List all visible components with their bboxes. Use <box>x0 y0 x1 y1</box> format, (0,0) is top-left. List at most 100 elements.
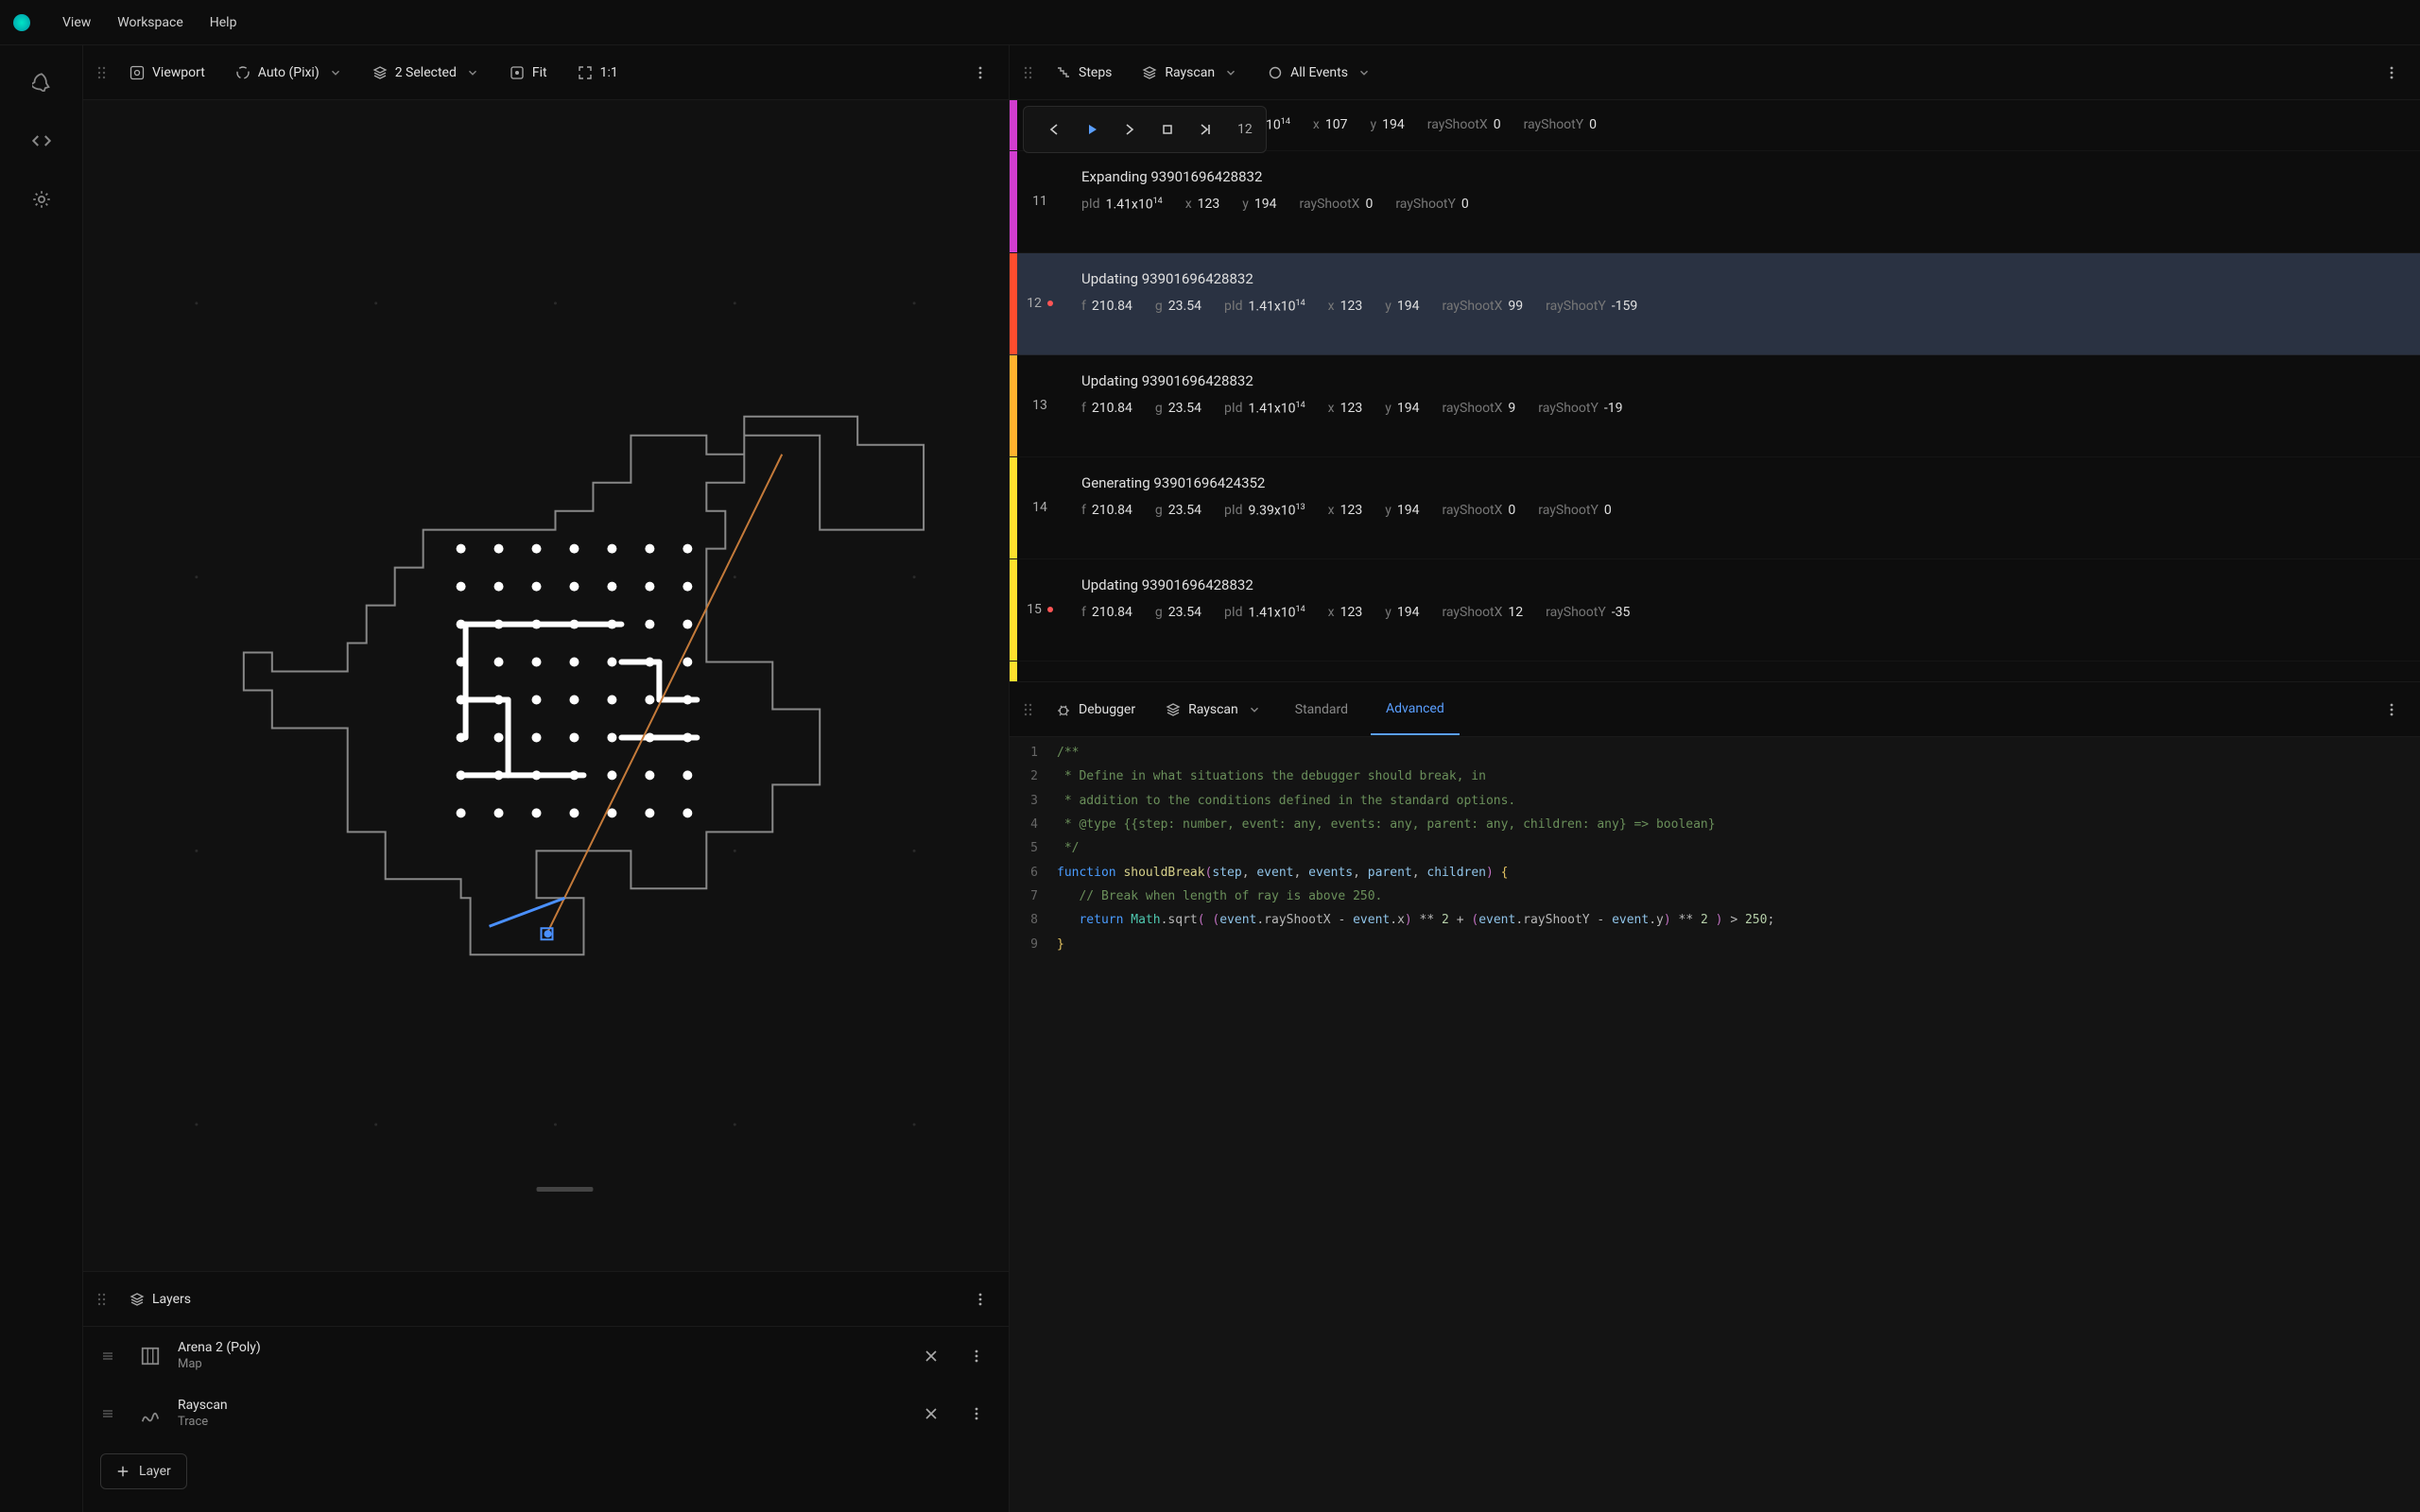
fit-button[interactable]: Fit <box>498 60 559 86</box>
circle-icon <box>1268 65 1283 80</box>
fit-label: Fit <box>532 65 547 80</box>
debugger-source-dropdown[interactable]: Rayscan <box>1154 696 1272 723</box>
severity-stripe <box>1010 253 1017 354</box>
renderer-label: Auto (Pixi) <box>258 65 320 80</box>
steps-filter-dropdown[interactable]: All Events <box>1256 60 1382 86</box>
event-kv-row: pId1.41x1014x123y194rayShootX0rayShootY0 <box>1081 197 2401 213</box>
kv-value: -35 <box>1612 605 1631 620</box>
kv-value: 0 <box>1604 503 1612 518</box>
steps-source-dropdown[interactable]: Rayscan <box>1131 60 1249 86</box>
kv-key: rayShootX <box>1442 503 1502 518</box>
kv-key: rayShootX <box>1442 299 1502 314</box>
layer-more-button[interactable] <box>961 1402 992 1425</box>
code-body[interactable]: /** * Define in what situations the debu… <box>1047 737 2420 1512</box>
kv-value: 123 <box>1340 503 1363 518</box>
steps-more-button[interactable] <box>2377 61 2407 84</box>
kv-value: 9 <box>1508 401 1515 416</box>
skip-end-button[interactable] <box>1188 114 1222 145</box>
event-row[interactable]: 14 Generating 93901696424352 f210.84g23.… <box>1010 457 2420 559</box>
kv-value: 0 <box>1461 197 1469 212</box>
event-row[interactable]: 12 Updating 93901696428832 f 210.84 g 23.54… <box>1010 253 2420 355</box>
chevron-down-icon <box>1224 66 1237 79</box>
add-layer-button[interactable]: Layer <box>100 1453 187 1489</box>
kv-value: 107 <box>1325 117 1348 132</box>
layers-more-button[interactable] <box>965 1288 995 1311</box>
remove-layer-button[interactable] <box>916 1345 946 1367</box>
stop-button[interactable] <box>1150 114 1184 145</box>
play-button[interactable] <box>1075 114 1109 145</box>
event-list[interactable]: f204.83g8.6pId1.41x1014x107y194rayShootX… <box>1010 100 2420 681</box>
menubar: View Workspace Help <box>0 0 2420 45</box>
severity-stripe <box>1010 151 1017 252</box>
event-row[interactable]: 13 Updating 93901696428832 f210.84g23.54… <box>1010 355 2420 457</box>
tab-advanced[interactable]: Advanced <box>1371 684 1460 735</box>
tab-standard[interactable]: Standard <box>1280 685 1363 734</box>
kv-value: 9.39x1013 <box>1249 503 1305 519</box>
steps-source-label: Rayscan <box>1165 65 1215 80</box>
kv-key: f <box>1081 401 1086 416</box>
code-editor[interactable]: 123456789 /** * Define in what situation… <box>1010 737 2420 1512</box>
kv-value: 210.84 <box>1092 299 1132 314</box>
severity-stripe <box>1010 662 1017 681</box>
viewport-more-button[interactable] <box>965 61 995 84</box>
step-prev-button[interactable] <box>1037 114 1071 145</box>
event-row[interactable]: 11 Expanding 93901696428832 pId1.41x1014… <box>1010 151 2420 253</box>
layers-panel: Layers Arena 2 (Poly) Map Rayscan Trace <box>83 1271 1009 1512</box>
kv-key: x <box>1328 605 1335 620</box>
kv-key: y <box>1370 117 1376 132</box>
menu-view[interactable]: View <box>49 9 104 36</box>
kv-value: 0 <box>1494 117 1501 132</box>
zoom-button[interactable]: 1:1 <box>566 60 630 86</box>
kv-value: 1.41x1014 <box>1249 401 1305 417</box>
kv-value: 210.84 <box>1092 401 1132 416</box>
menu-help[interactable]: Help <box>197 9 251 36</box>
drag-handle-icon[interactable] <box>100 1406 123 1421</box>
layers-title: Layers <box>152 1292 191 1307</box>
event-row[interactable]: 15 Updating 93901696428832 f210.84g23.54… <box>1010 559 2420 662</box>
event-kv-row: f210.84g23.54pId9.39x1013x123y194rayShoo… <box>1081 503 2401 519</box>
renderer-dropdown[interactable]: Auto (Pixi) <box>224 60 354 86</box>
layer-more-button[interactable] <box>961 1345 992 1367</box>
menu-workspace[interactable]: Workspace <box>104 9 197 36</box>
event-number: 12 <box>1017 253 1063 354</box>
kv-value: 0 <box>1589 117 1597 132</box>
chevron-down-icon <box>1357 66 1371 79</box>
kv-key: f <box>1081 299 1086 314</box>
line-gutter: 123456789 <box>1010 737 1047 1512</box>
kv-value: 194 <box>1382 117 1405 132</box>
kv-value: 194 <box>1397 605 1420 620</box>
kv-key: g <box>1155 401 1163 416</box>
grip-icon[interactable] <box>96 65 107 80</box>
grip-icon[interactable] <box>1023 702 1033 717</box>
gear-icon[interactable] <box>31 189 52 210</box>
kv-key: x <box>1185 197 1192 212</box>
chevron-down-icon <box>466 66 479 79</box>
grip-icon[interactable] <box>96 1292 107 1307</box>
step-next-button[interactable] <box>1113 114 1147 145</box>
bug-icon <box>1056 702 1071 717</box>
severity-stripe <box>1010 100 1017 150</box>
kv-value: 0 <box>1365 197 1373 212</box>
layer-row[interactable]: Arena 2 (Poly) Map <box>83 1327 1009 1384</box>
grip-icon[interactable] <box>1023 65 1033 80</box>
viewport-canvas[interactable] <box>83 100 1009 1271</box>
selection-label: 2 Selected <box>395 65 457 80</box>
code-icon[interactable] <box>31 130 52 151</box>
layer-row[interactable]: Rayscan Trace <box>83 1384 1009 1442</box>
remove-layer-button[interactable] <box>916 1402 946 1425</box>
viewport-icon <box>130 65 145 80</box>
kv-key: g <box>1155 299 1163 314</box>
event-title: Updating 93901696428832 <box>1081 270 2401 287</box>
event-row[interactable]: 16 Generating 93901696295696 <box>1010 662 2420 681</box>
kv-value: 210.84 <box>1092 605 1132 620</box>
kv-value: 23.54 <box>1168 605 1201 620</box>
viewport-title-chip[interactable]: Viewport <box>118 60 216 86</box>
event-number: 14 <box>1017 457 1063 558</box>
kv-value: 23.54 <box>1168 299 1201 314</box>
selection-dropdown[interactable]: 2 Selected <box>361 60 491 86</box>
drag-handle-icon[interactable] <box>100 1349 123 1364</box>
severity-stripe <box>1010 355 1017 456</box>
debugger-more-button[interactable] <box>2377 698 2407 721</box>
rocket-icon[interactable] <box>31 72 52 93</box>
steps-icon <box>1056 65 1071 80</box>
